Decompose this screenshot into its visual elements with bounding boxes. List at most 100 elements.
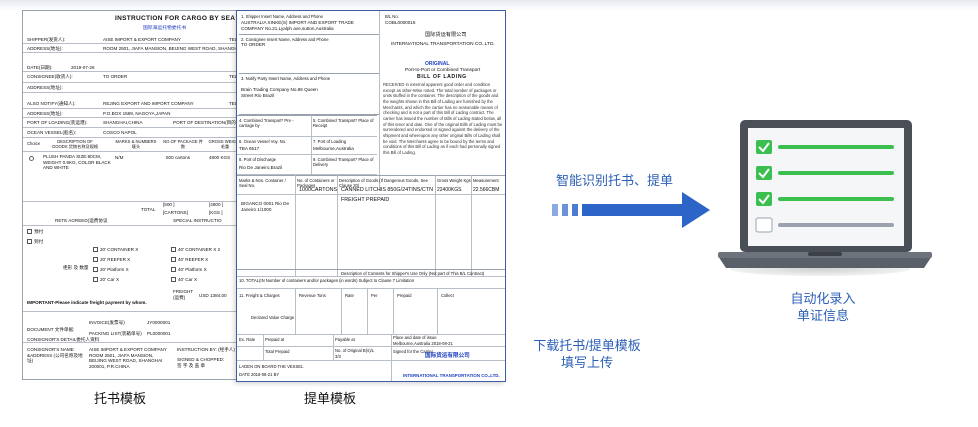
cargo-doc-title: INSTRUCTION FOR CARGO BY SEA: [115, 15, 236, 22]
prepaid-option[interactable]: 预付: [27, 229, 43, 235]
col-description: DESCRIPTION OF GOODS 货物名称及规格: [51, 139, 99, 150]
bl-pod-label: 8. Port of Discharge: [239, 157, 277, 162]
ctn-40-option[interactable]: 40' CONTAINER X 2: [171, 247, 220, 253]
ctn-40c-checkbox[interactable]: [171, 277, 176, 283]
bl-gross-weight-value: 22400KGS: [437, 187, 462, 193]
total-weight-unit: [KGS ]: [209, 210, 223, 215]
ctn-40p-label: 40' Platform X: [178, 267, 207, 272]
laptop-icon: [718, 120, 932, 268]
bl-laden-on-board: LADEN ON BOARD THE VESSEL: [239, 364, 304, 369]
bl-shipper-desc-row: Description of Contents for Shipper's Us…: [237, 269, 505, 277]
total-unit: [CARTONS]: [163, 210, 188, 215]
collect-option[interactable]: 到付: [27, 239, 43, 245]
bl-delivery-label: 9. Combined Transport* Place of Delivery: [313, 157, 374, 168]
ctn-20r-option[interactable]: 20' REEFER X: [93, 257, 130, 263]
bl-footer-divider: [263, 335, 264, 361]
bl-place-date-label: Place and date of issue: [393, 335, 437, 340]
ctn-20r-checkbox[interactable]: [93, 257, 98, 263]
bl-measurement-value: 22.566CBM: [473, 187, 500, 193]
bl-vessel-label: 6. Ocean Vessel Voy. No.: [239, 139, 287, 144]
bl-prepaid-at: Prepaid at: [265, 337, 285, 342]
ctn-20c-label: 20' Car X: [100, 277, 120, 282]
ctn-20p-option[interactable]: 20' Platform X: [93, 267, 129, 273]
lading-template-caption: 提单模板: [304, 391, 357, 406]
date-value: 2019-07-26: [71, 65, 95, 70]
bl-pol-value: Melbourne,Australia: [313, 146, 354, 151]
bl-shipper-label: 1. Shipper Insert Name, Address and Phon…: [241, 14, 323, 19]
bl-total-note: 10. TOTAL(IN Number of containers and/or…: [239, 278, 415, 283]
consignor-name-label: CONSIGNOR'S NAME &ADDRESS (公司名称及地址): [27, 347, 83, 364]
ctn-20c-checkbox[interactable]: [93, 277, 98, 283]
bl-carrier-stamp-en: INTERNATIONAL TRANSPORTATION CO.,LTD.: [403, 373, 500, 378]
document-label: DOCUMENT 文件单据:: [27, 327, 75, 332]
ctn-20-checkbox[interactable]: [93, 247, 98, 253]
bl-charges-divider: [437, 289, 438, 335]
goods-description: PLUSH PANDA SIZE:80CM, WEIGHT 0.9KG, COL…: [43, 154, 111, 171]
bl-shipper-value: AUSTRALIA XINKE(S) IMPORT AND EXPORT TRA…: [241, 20, 354, 31]
ctn-20r-label: 20' REEFER X: [100, 257, 131, 262]
ctn-40r-option[interactable]: 40' REEFER X: [171, 257, 208, 263]
bl-marks-value: BIGANCO 0001 Rio De Janeiro 1/1000: [241, 201, 289, 212]
prepaid-checkbox[interactable]: [27, 229, 32, 235]
bl-original-count-label: No. of Original B(s)/L: [335, 348, 375, 353]
prepaid-label: 预付: [34, 229, 44, 234]
bl-precarriage-row: 4. Combined Transport* Pre - carriage by…: [237, 115, 377, 137]
cargo-template-caption: 托书模板: [94, 391, 147, 406]
consignee-value: TO ORDER: [103, 74, 128, 79]
shipper-label: SHIPPER(发货人):: [27, 37, 66, 42]
ctn-20p-checkbox[interactable]: [93, 267, 98, 273]
ctn-40-checkbox[interactable]: [171, 247, 176, 253]
ctn-40r-label: 40' REEFER X: [178, 257, 209, 262]
collect-label: 到付: [34, 239, 44, 244]
bl-rate-row: Ex. Rate Prepaid at Payable at Place and…: [237, 335, 505, 347]
invoice-label: INVOICE(发票号): [89, 320, 125, 325]
collect-checkbox[interactable]: [27, 239, 32, 245]
bl-vessel-row: 6. Ocean Vessel Voy. No. TBA 6517 7. Por…: [237, 137, 377, 155]
bl-prepaid: Prepaid: [397, 293, 412, 298]
bl-charges-divider: [341, 289, 342, 335]
bl-charges-block: 11. Freight & Charges Revenue Tons Rate …: [237, 289, 505, 335]
signed-chopped-label: SIGNED & CHOPPED: 签 字 及 盖 章: [177, 357, 225, 368]
ctn-40c-option[interactable]: 40' Car X: [171, 277, 197, 283]
ctn-20c-option[interactable]: 20' Car X: [93, 277, 119, 283]
ctn-20-option[interactable]: 20' CONTAINER X: [93, 247, 138, 253]
bl-number-value: COBL0000016: [385, 20, 416, 25]
consignor-name-value: AISE IMPORT & EXPORT COMPANY ROOM 2501, …: [89, 347, 167, 370]
col-packages: NO.OF PACKAGE 件数: [163, 139, 203, 150]
notify-value: REJING EXPORT AND IMPORT COMPANY: [103, 101, 194, 106]
right-arrow-icon: [552, 192, 710, 228]
bl-packages-value: 1000CARTONS: [299, 187, 338, 193]
bl-table-divider: [295, 175, 296, 277]
consignee-label: CONSIGNEE(收货人):: [27, 74, 73, 79]
bl-table-divider: [471, 175, 472, 277]
bl-rate: Rate: [345, 293, 354, 298]
bill-of-lading-document: 1. Shipper Insert Name, Address and Phon…: [236, 10, 506, 382]
pod-label: PORT OF DESTINATION(目的: [173, 120, 236, 125]
col-choice: Choice: [27, 141, 41, 146]
pol-label: PORT OF LOADING(装运港):: [27, 120, 88, 125]
address1-value: ROOM 2501, JIAFA MANSION, BEIJING WEST R…: [103, 46, 243, 51]
ctn-40p-option[interactable]: 40' Platform X: [171, 267, 207, 273]
pol-value: SHANGHAI,CHINA: [103, 120, 143, 125]
recognition-label: 智能识别托书、提单: [556, 173, 674, 188]
bl-shipper-desc-note: Description of Contents for Shipper's Us…: [341, 271, 485, 276]
bl-notify-box: 3. Notify Party Insert Name, Address and…: [239, 75, 379, 115]
goods-marks: N/M: [115, 155, 124, 160]
ctn-40p-checkbox[interactable]: [171, 267, 176, 273]
bl-consignee-box: 2. Consignee Insert Name, Address and Ph…: [239, 36, 379, 74]
total-packages: [500 ]: [163, 202, 175, 207]
ctn-40r-checkbox[interactable]: [171, 257, 176, 263]
bl-footer-divider: [391, 335, 392, 381]
vessel-label: OCEAN VESSEL(船名):: [27, 130, 77, 135]
bl-description-value: CANNED LITCHIS 850G/24TINS/CTN: [341, 187, 433, 193]
bl-footer-divider: [333, 335, 334, 361]
bl-notify-value: Brain Trading Company No.86 Queen Street…: [241, 87, 318, 98]
bl-notify-label: 3. Notify Party Insert Name, Address and…: [241, 76, 331, 81]
goods-packages: 500 cartons: [166, 155, 191, 160]
address2-label: ADDRESS(地址):: [27, 85, 63, 90]
bl-vessel-value: TBA 6517: [239, 146, 260, 151]
bl-precarriage-label: 4. Combined Transport* Pre - carriage by: [239, 118, 294, 129]
bl-shipper-box: 1. Shipper Insert Name, Address and Phon…: [239, 13, 379, 35]
goods-choice-radio[interactable]: [29, 156, 34, 161]
bl-consignee-value: TO ORDER: [241, 42, 266, 47]
